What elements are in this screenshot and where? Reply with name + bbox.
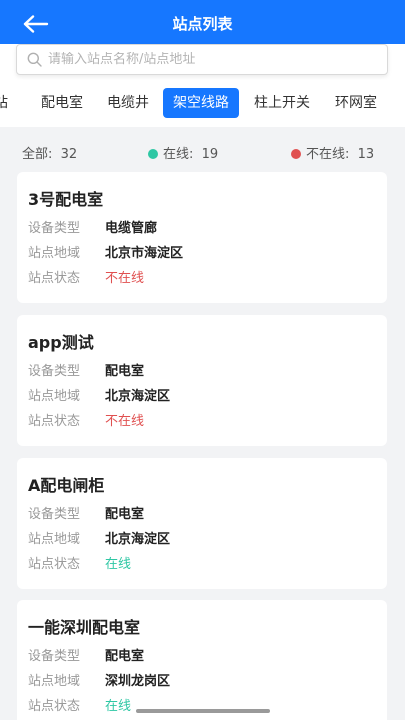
station-name: A配电闸柜: [28, 476, 105, 495]
category-tabs: 站 配电室 电缆井 架空线路 柱上开关 环网室: [0, 80, 405, 127]
status-row: 站点状态 在线: [28, 553, 131, 572]
device-type-value: 配电室: [105, 507, 145, 522]
device-type-label: 设备类型: [28, 649, 81, 664]
total-label: 全部:: [22, 147, 53, 162]
station-card[interactable]: A配电闸柜 设备类型 配电室 站点地域 北京海淀区 站点状态 在线: [17, 458, 387, 589]
search-icon: [27, 52, 42, 67]
home-indicator[interactable]: [136, 709, 270, 713]
online-dot-icon: [148, 149, 158, 159]
device-type-label: 设备类型: [28, 221, 81, 236]
search-bar: [0, 44, 405, 80]
total-value: 32: [60, 147, 78, 162]
online-label: 在线:: [163, 147, 194, 162]
status-row: 站点状态 不在线: [28, 267, 144, 286]
device-type-value: 电缆管廊: [105, 221, 158, 236]
station-card[interactable]: app测试 设备类型 配电室 站点地域 北京海淀区 站点状态 不在线: [17, 315, 387, 446]
region-row: 站点地域 北京市海淀区: [28, 242, 183, 261]
device-type-row: 设备类型 配电室: [28, 645, 144, 664]
region-value: 北京海淀区: [105, 389, 171, 404]
status-row: 站点状态 不在线: [28, 410, 144, 429]
device-type-row: 设备类型 配电室: [28, 503, 144, 522]
device-type-value: 配电室: [105, 649, 145, 664]
region-value: 北京市海淀区: [105, 246, 184, 261]
device-type-row: 设备类型 配电室: [28, 360, 144, 379]
device-type-value: 配电室: [105, 364, 145, 379]
online-value: 19: [201, 147, 219, 162]
region-label: 站点地域: [28, 674, 81, 689]
status-label: 站点状态: [28, 699, 81, 714]
page-title: 站点列表: [172, 15, 233, 33]
region-row: 站点地域 北京海淀区: [28, 385, 170, 404]
region-label: 站点地域: [28, 246, 81, 261]
tab-cable-well[interactable]: 电缆井: [107, 88, 149, 118]
tab-pole-switch[interactable]: 柱上开关: [254, 88, 310, 118]
tab-ring-main-room[interactable]: 环网室: [335, 88, 377, 118]
device-type-label: 设备类型: [28, 364, 81, 379]
station-name: 3号配电室: [28, 190, 104, 209]
station-name: 一能深圳配电室: [28, 618, 141, 637]
offline-count: 不在线: 13: [291, 143, 374, 162]
status-label: 站点状态: [28, 271, 81, 286]
region-row: 站点地域 北京海淀区: [28, 528, 170, 547]
station-card[interactable]: 3号配电室 设备类型 电缆管廊 站点地域 北京市海淀区 站点状态 不在线: [17, 172, 387, 303]
status-value: 在线: [105, 699, 132, 714]
tab-partial[interactable]: 站: [0, 88, 8, 118]
region-value: 北京海淀区: [105, 532, 171, 547]
online-count: 在线: 19: [148, 143, 218, 162]
search-input[interactable]: [48, 52, 368, 67]
status-value: 在线: [105, 557, 132, 572]
screen: 站点列表 站 配电室 电缆井 架空线路 柱上开关 环网室 全部: 32 在线: …: [0, 0, 405, 720]
status-value: 不在线: [105, 414, 145, 429]
device-type-row: 设备类型 电缆管廊: [28, 217, 157, 236]
total-count: 全部: 32: [22, 143, 77, 162]
region-value: 深圳龙岗区: [105, 674, 171, 689]
offline-dot-icon: [291, 149, 301, 159]
tab-distribution-room[interactable]: 配电室: [41, 88, 83, 118]
region-label: 站点地域: [28, 532, 81, 547]
region-label: 站点地域: [28, 389, 81, 404]
tab-overhead-line[interactable]: 架空线路: [163, 88, 239, 118]
offline-label: 不在线:: [306, 147, 350, 162]
status-summary: 全部: 32 在线: 19 不在线: 13: [0, 127, 405, 171]
station-name: app测试: [28, 333, 94, 352]
status-label: 站点状态: [28, 414, 81, 429]
status-label: 站点状态: [28, 557, 81, 572]
app-header: 站点列表: [0, 0, 405, 48]
offline-value: 13: [357, 147, 375, 162]
search-box[interactable]: [16, 44, 388, 75]
region-row: 站点地域 深圳龙岗区: [28, 670, 170, 689]
status-value: 不在线: [105, 271, 145, 286]
status-row: 站点状态 在线: [28, 695, 131, 714]
device-type-label: 设备类型: [28, 507, 81, 522]
station-card[interactable]: 一能深圳配电室 设备类型 配电室 站点地域 深圳龙岗区 站点状态 在线: [17, 600, 387, 720]
